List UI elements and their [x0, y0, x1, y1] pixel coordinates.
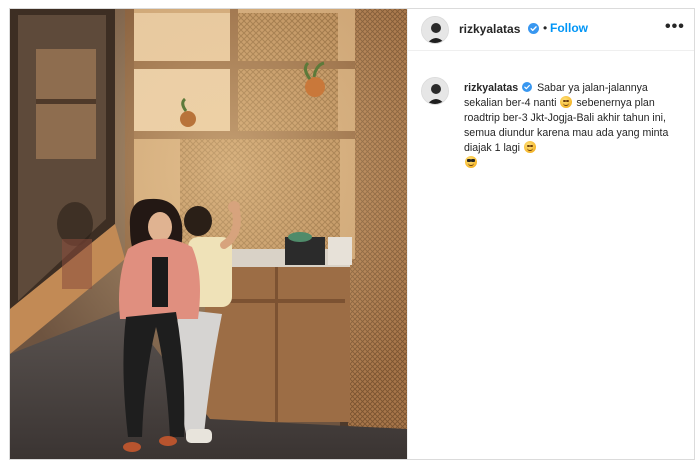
follow-button[interactable]: Follow: [550, 21, 588, 35]
more-options-icon[interactable]: •••: [665, 17, 689, 39]
post-photo[interactable]: [10, 9, 407, 459]
avatar[interactable]: [421, 77, 449, 105]
verified-badge-icon: [528, 23, 539, 34]
profile-picture: [422, 17, 448, 43]
rofl-emoji-icon: [560, 96, 573, 108]
couple-photo-illustration: [10, 9, 407, 459]
avatar[interactable]: [421, 16, 449, 44]
post-sidebar: rizkyalatas • Follow ••• rizkyalatas Sab…: [407, 9, 694, 459]
profile-picture: [422, 78, 448, 104]
sunglasses-emoji-icon: [465, 156, 477, 168]
username[interactable]: rizkyalatas: [459, 22, 520, 36]
post-header: rizkyalatas • Follow •••: [408, 9, 694, 51]
instagram-post-embed: rizkyalatas • Follow ••• rizkyalatas Sab…: [9, 8, 695, 460]
winking-tongue-emoji-icon: [523, 141, 536, 153]
separator-dot: •: [543, 21, 548, 35]
caption-username[interactable]: rizkyalatas: [464, 82, 518, 94]
caption-text: rizkyalatas Sabar ya jalan-jalannya seka…: [464, 81, 682, 171]
verified-badge-icon: [522, 82, 533, 92]
